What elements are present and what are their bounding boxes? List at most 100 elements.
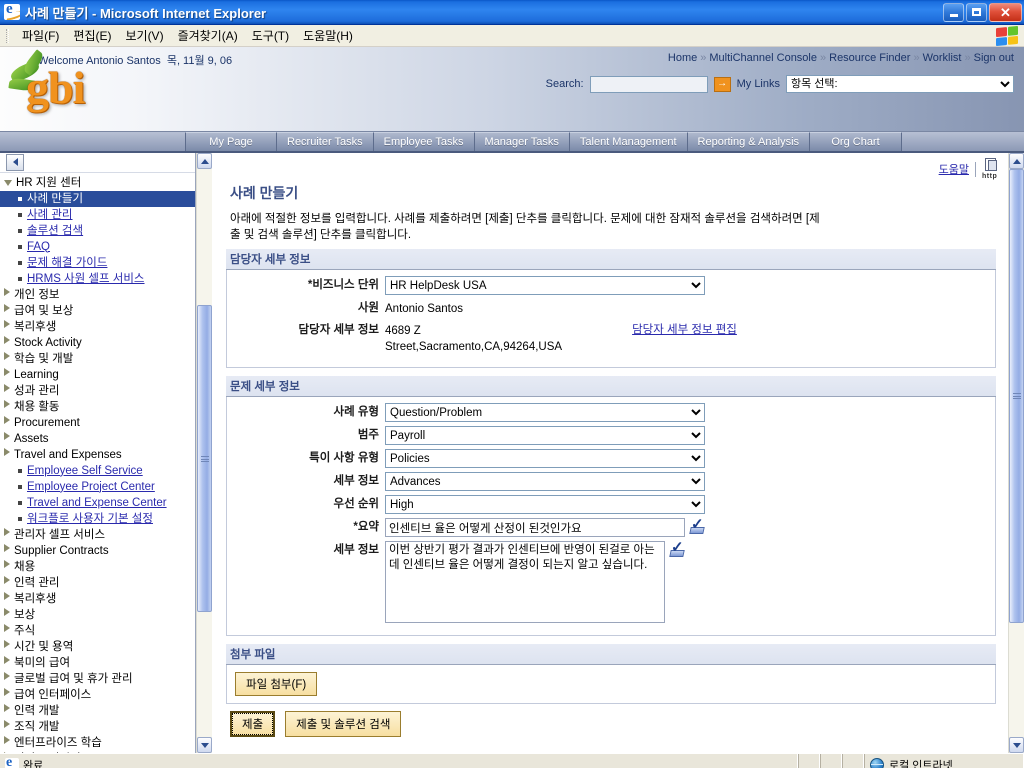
menu-item-edit[interactable]: 편집(E)	[66, 24, 118, 47]
priority-select[interactable]: High	[385, 495, 705, 514]
menu-item-tools[interactable]: 도구(T)	[245, 24, 296, 47]
security-zone-segment[interactable]: 로컬 인트라넷	[864, 754, 1024, 768]
search-input[interactable]	[589, 75, 708, 93]
sidebar-item-20[interactable]: Travel and Expense Center	[0, 495, 195, 511]
sidebar-item-33[interactable]: 인력 개발	[0, 703, 195, 719]
tab-manager-tasks[interactable]: Manager Tasks	[474, 132, 570, 151]
link-resource-finder[interactable]: Resource Finder	[829, 52, 910, 64]
link-worklist[interactable]: Worklist	[923, 52, 962, 64]
page-scroll-up-button[interactable]	[1009, 153, 1024, 169]
summary-input[interactable]	[385, 518, 685, 537]
tab-my-page[interactable]: My Page	[185, 132, 277, 151]
sidebar-item-2[interactable]: 사례 관리	[0, 207, 195, 223]
bullet-icon	[18, 484, 22, 489]
sidebar-item-6[interactable]: HRMS 사원 셀프 서비스	[0, 271, 195, 287]
sidebar-item-15[interactable]: Procurement	[0, 415, 195, 431]
sidebar-item-19[interactable]: Employee Project Center	[0, 479, 195, 495]
sidebar-scroll-down-button[interactable]	[197, 737, 212, 753]
sidebar-item-27[interactable]: 보상	[0, 607, 195, 623]
sidebar-item-31[interactable]: 글로벌 급여 및 휴가 관리	[0, 671, 195, 687]
category-select[interactable]: Payroll	[385, 426, 705, 445]
menu-item-favorites[interactable]: 즐겨찾기(A)	[171, 24, 245, 47]
tab-recruiter-tasks[interactable]: Recruiter Tasks	[277, 132, 374, 151]
sidebar-item-16[interactable]: Assets	[0, 431, 195, 447]
page-scroll-thumb[interactable]	[1009, 169, 1024, 624]
sidebar-item-28[interactable]: 주식	[0, 623, 195, 639]
sidebar-item-25[interactable]: 인력 관리	[0, 575, 195, 591]
sidebar-item-21[interactable]: 워크플로 사용자 기본 설정	[0, 511, 195, 527]
sidebar-item-1[interactable]: 사례 만들기	[0, 190, 195, 207]
minimize-button[interactable]	[943, 2, 964, 22]
sidebar-item-8[interactable]: 급여 및 보상	[0, 303, 195, 319]
sidebar-item-34[interactable]: 조직 개발	[0, 719, 195, 735]
page-scroll-down-button[interactable]	[1009, 737, 1024, 753]
sidebar-item-14[interactable]: 채용 활동	[0, 399, 195, 415]
sidebar-item-3[interactable]: 솔루션 검색	[0, 223, 195, 239]
sidebar-item-36[interactable]: 인력 모니터링	[0, 751, 195, 753]
triangle-right-icon	[4, 719, 10, 728]
menu-item-view[interactable]: 보기(V)	[118, 24, 170, 47]
application-header: Welcome Antonio Santos 목, 11월 9, 06 gbi …	[0, 47, 1024, 132]
menu-item-file[interactable]: 파일(F)	[15, 24, 66, 47]
sidebar-item-17[interactable]: Travel and Expenses	[0, 447, 195, 463]
maximize-button[interactable]	[966, 2, 987, 22]
sidebar-item-29[interactable]: 시간 및 용역	[0, 639, 195, 655]
business-unit-select[interactable]: HR HelpDesk USA	[385, 276, 705, 295]
sidebar-item-10[interactable]: Stock Activity	[0, 335, 195, 351]
sidebar-item-35[interactable]: 엔터프라이즈 학습	[0, 735, 195, 751]
sidebar-item-30[interactable]: 북미의 급여	[0, 655, 195, 671]
bullet-icon	[18, 468, 22, 473]
case-type-select[interactable]: Question/Problem	[385, 403, 705, 422]
description-textarea[interactable]	[385, 541, 665, 623]
sidebar-item-18[interactable]: Employee Self Service	[0, 463, 195, 479]
my-links-select[interactable]: 항목 선택:	[786, 75, 1014, 93]
attach-file-button[interactable]: 파일 첨부(F)	[235, 672, 318, 696]
search-go-icon[interactable]: →	[713, 76, 731, 92]
close-button[interactable]: ✕	[989, 2, 1022, 22]
sidebar-item-13[interactable]: 성과 관리	[0, 383, 195, 399]
spell-check-icon[interactable]: ✓	[669, 540, 686, 557]
menu-item-help[interactable]: 도움말(H)	[296, 24, 360, 47]
sidebar-item-12[interactable]: Learning	[0, 367, 195, 383]
contact-section-body: *비즈니스 단위 HR HelpDesk USA 사원 Antonio Sant…	[226, 270, 996, 368]
help-link[interactable]: 도움말	[939, 161, 969, 177]
tab-org-chart[interactable]: Org Chart	[810, 132, 903, 151]
collapse-sidebar-button[interactable]	[6, 153, 24, 171]
edit-contact-details-link[interactable]: 담당자 세부 정보 편집	[632, 321, 737, 337]
sidebar-item-22[interactable]: 관리자 셀프 서비스	[0, 527, 195, 543]
sidebar-scroll-up-button[interactable]	[197, 153, 212, 169]
sidebar-item-11[interactable]: 학습 및 개발	[0, 351, 195, 367]
sidebar-item-32[interactable]: 급여 인터페이스	[0, 687, 195, 703]
menu-grip-handle[interactable]	[6, 28, 9, 43]
sidebar-item-24[interactable]: 채용	[0, 559, 195, 575]
link-sign-out[interactable]: Sign out	[974, 52, 1014, 64]
tab-talent-management[interactable]: Talent Management	[569, 132, 688, 151]
copy-url-http-icon[interactable]: http	[982, 158, 1000, 180]
link-multichannel-console[interactable]: MultiChannel Console	[709, 52, 817, 64]
detail-select[interactable]: Advances	[385, 472, 705, 491]
spell-check-icon[interactable]: ✓	[689, 517, 706, 534]
sidebar-item-23[interactable]: Supplier Contracts	[0, 543, 195, 559]
sidebar-item-4[interactable]: FAQ	[0, 239, 195, 255]
page-scroll-track[interactable]	[1009, 169, 1024, 737]
sidebar-item-5[interactable]: 문제 해결 가이드	[0, 255, 195, 271]
link-home[interactable]: Home	[668, 52, 697, 64]
bullet-icon	[18, 196, 22, 201]
sidebar-item-9[interactable]: 복리후생	[0, 319, 195, 335]
problem-section-heading: 문제 세부 정보	[226, 376, 996, 397]
sidebar-item-label: 조직 개발	[14, 720, 60, 733]
sidebar-item-0[interactable]: HR 지원 센터	[0, 175, 195, 191]
sidebar-scroll-thumb[interactable]	[197, 305, 212, 613]
sidebar-item-7[interactable]: 개인 정보	[0, 287, 195, 303]
sidebar-item-26[interactable]: 복리후생	[0, 591, 195, 607]
tab-reporting-analysis[interactable]: Reporting & Analysis	[687, 132, 811, 151]
sidebar-scroll-track[interactable]	[197, 169, 212, 737]
tab-employee-tasks[interactable]: Employee Tasks	[373, 132, 475, 151]
link-separator-icon: »	[964, 52, 971, 64]
page-scrollbar[interactable]	[1008, 153, 1024, 753]
sidebar-scrollbar[interactable]	[196, 153, 212, 753]
submit-button[interactable]: 제출	[230, 711, 276, 737]
specialty-type-select[interactable]: Policies	[385, 449, 705, 468]
submit-and-search-button[interactable]: 제출 및 솔루션 검색	[285, 711, 402, 737]
summary-label: *요약	[353, 521, 379, 533]
